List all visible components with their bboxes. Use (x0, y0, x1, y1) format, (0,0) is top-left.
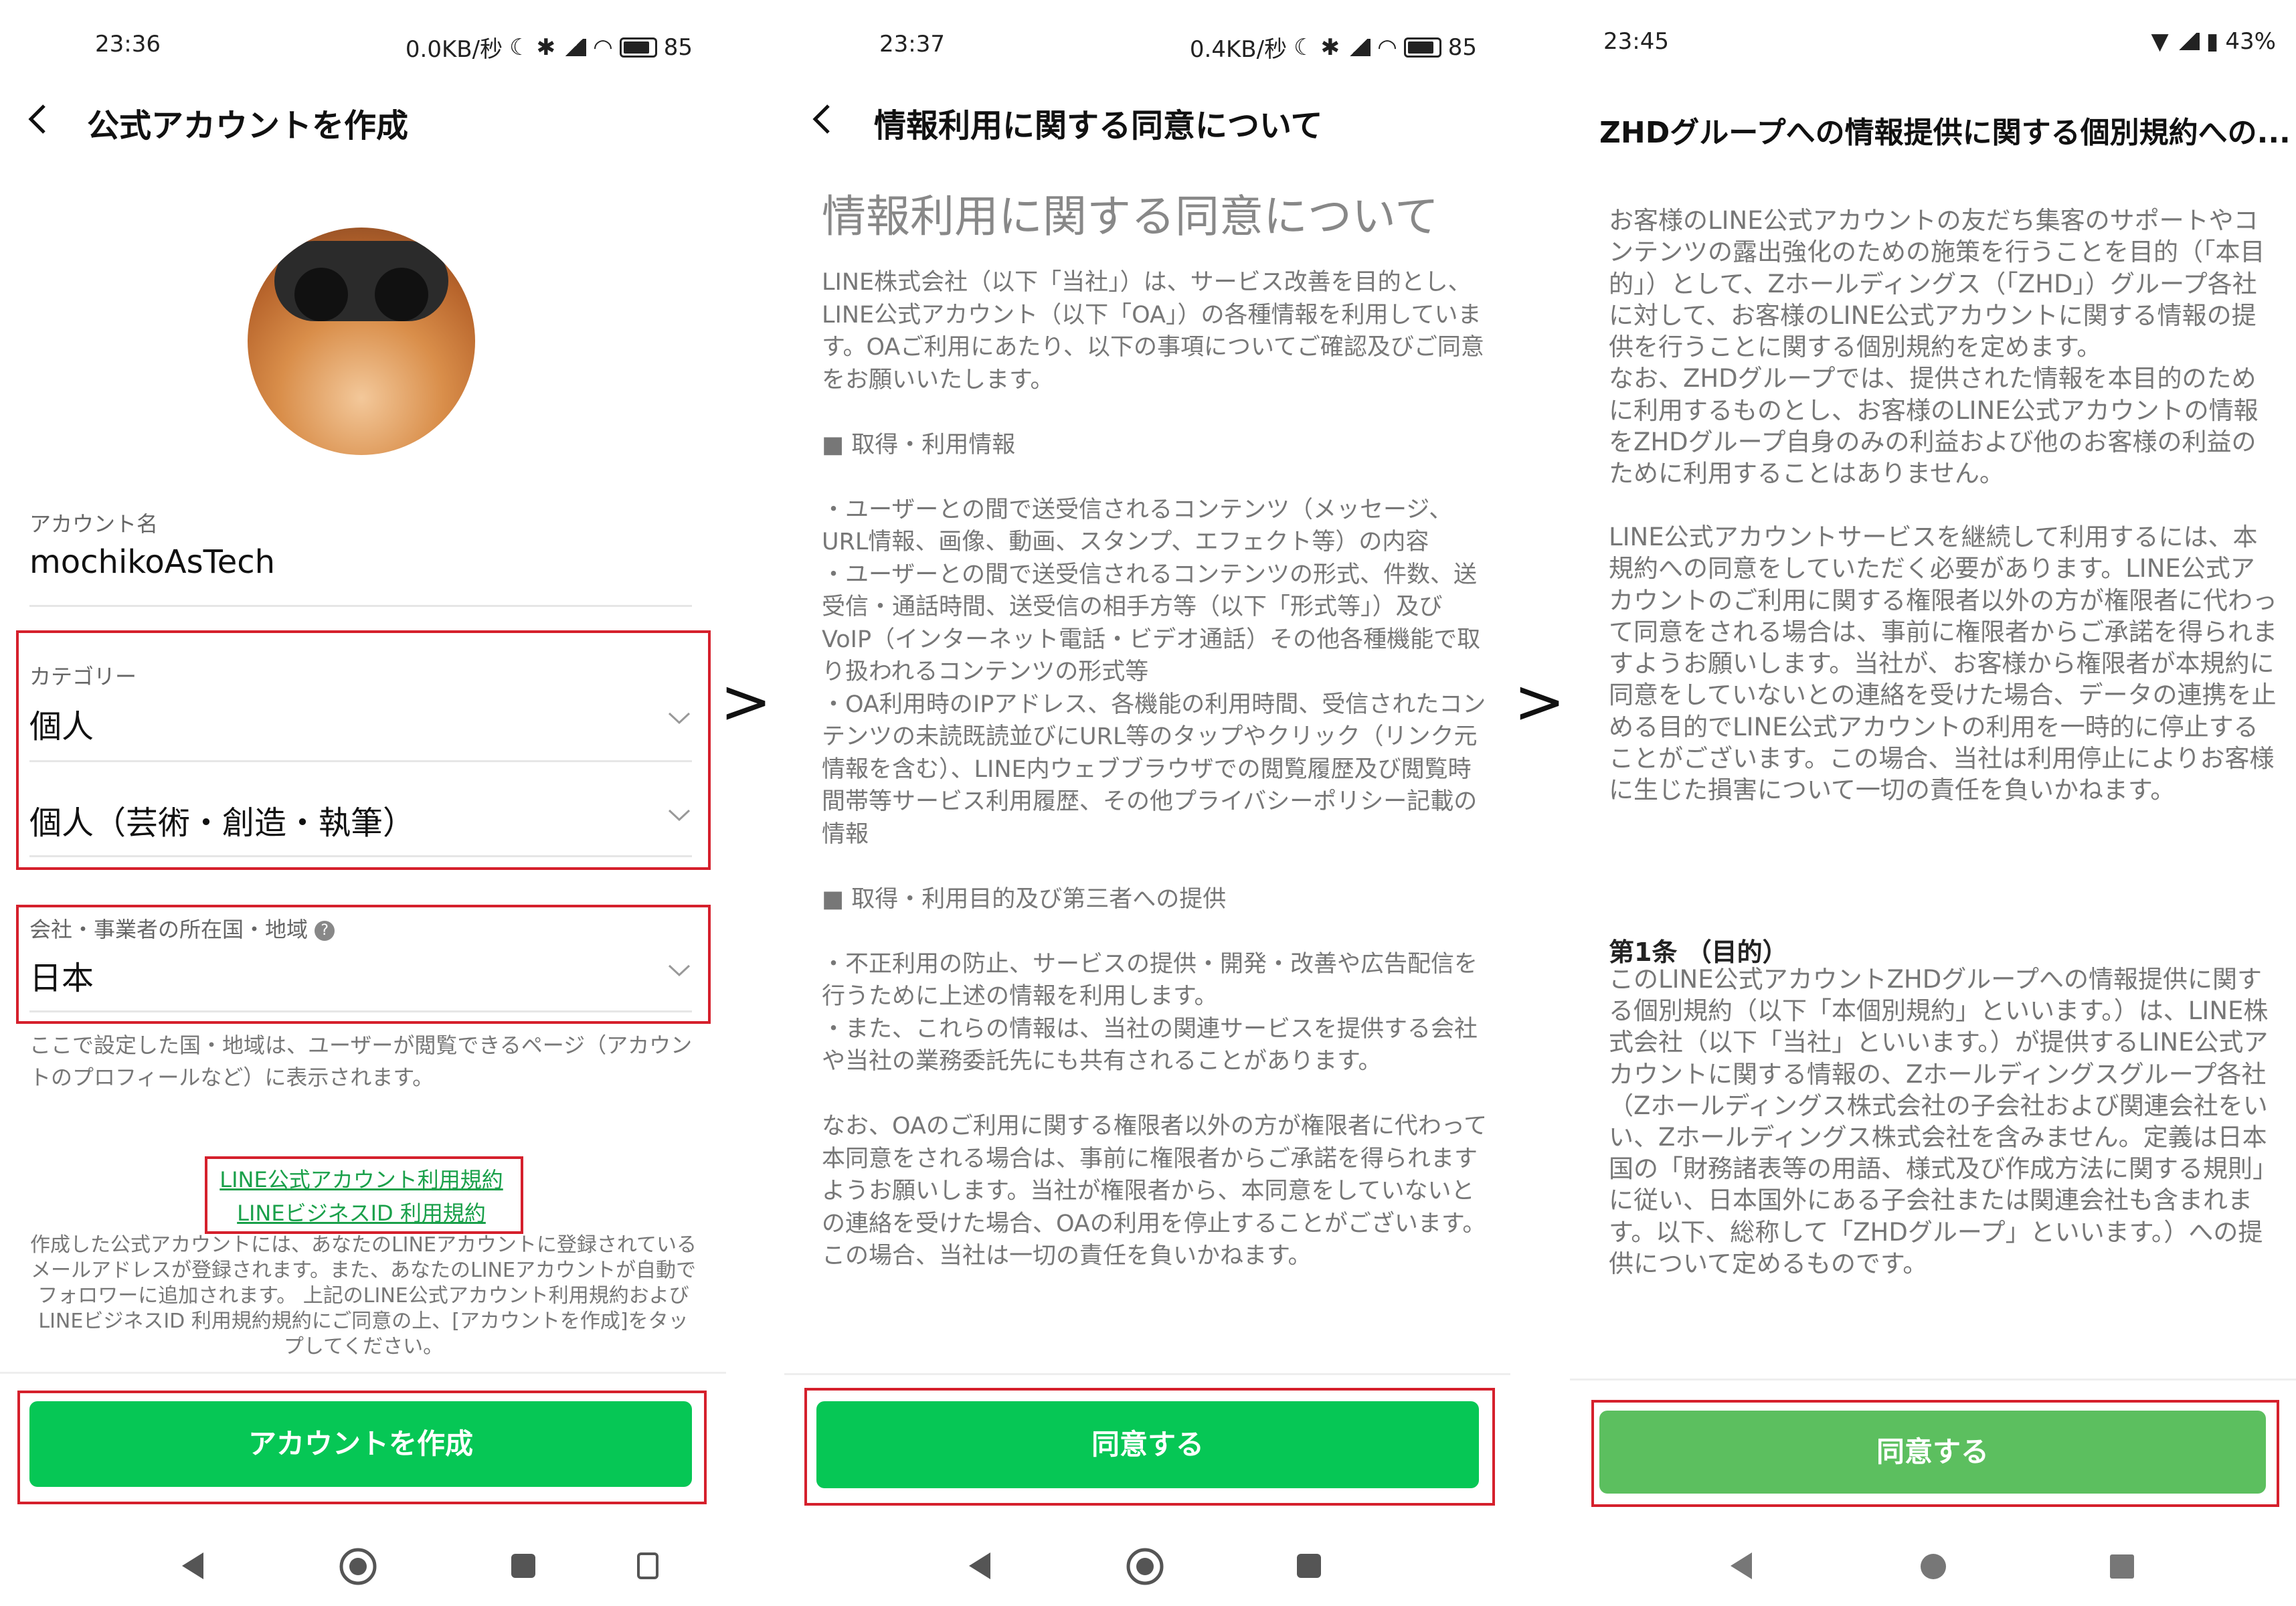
bluetooth-icon: ✱ (1320, 33, 1340, 61)
screen-consent: 23:37 0.4KB/秒 ☾ ✱ ◠ 85 情報利用に関する同意について 情報… (784, 0, 1510, 1606)
divider (1570, 1378, 2296, 1380)
status-bar: 23:36 0.0KB/秒 ☾ ✱ ◠ 85 (0, 27, 726, 64)
account-name-label: アカウント名 (29, 511, 159, 537)
battery-icon: ▮ (2206, 28, 2219, 55)
chevron-down-icon[interactable] (668, 711, 691, 725)
page-title: 公式アカウントを作成 (87, 107, 409, 145)
business-id-terms-link[interactable]: LINEビジネスID 利用規約 (205, 1196, 518, 1227)
consent-body: LINE株式会社（以下「当社」）は、サービス改善を目的とし、LINE公式アカウン… (822, 269, 1488, 1269)
page-title: 情報利用に関する同意について (874, 107, 1323, 145)
step-arrow: > (1514, 666, 1566, 737)
divider (29, 760, 692, 762)
nav-back-icon[interactable] (179, 1551, 206, 1581)
app-header: ZHDグループへの情報提供に関する個別規約への... (1570, 67, 2296, 167)
android-nav-bar (784, 1519, 1510, 1606)
agree-button[interactable]: 同意する (816, 1401, 1479, 1488)
country-label: 会社・事業者の所在国・地域 ? (29, 913, 335, 944)
article-title: 第1条 （目的） (1609, 938, 1788, 967)
divider (29, 1010, 692, 1012)
bluetooth-icon: ✱ (536, 33, 556, 61)
consent-notice: 作成した公式アカウントには、あなたのLINEアカウントに登録されているメールアド… (29, 1233, 697, 1358)
category-select[interactable]: 個人 (29, 700, 94, 747)
account-name-input[interactable]: mochikoAsTech (29, 543, 275, 581)
status-time: 23:37 (879, 31, 945, 58)
help-icon[interactable]: ? (315, 921, 335, 941)
app-header: 公式アカウントを作成 (0, 67, 726, 167)
avatar[interactable] (248, 228, 475, 455)
moon-icon: ☾ (509, 33, 530, 61)
nav-recents-icon[interactable] (510, 1552, 537, 1579)
moon-icon: ☾ (1294, 33, 1314, 61)
network-speed: 0.0KB/秒 (405, 36, 503, 63)
wifi-icon: ▼ (2151, 28, 2169, 55)
battery-icon (619, 37, 657, 58)
status-bar: 23:45 ▼ ▮ 43% (1570, 24, 2296, 62)
nav-home-icon[interactable] (1126, 1547, 1164, 1586)
page-title: ZHDグループへの情報提供に関する個別規約への... (1599, 116, 2291, 150)
screen-zhd-terms: 23:45 ▼ ▮ 43% ZHDグループへの情報提供に関する個別規約への...… (1570, 0, 2296, 1606)
divider (0, 1372, 726, 1374)
chevron-down-icon[interactable] (668, 964, 691, 977)
article-body: このLINE公式アカウントZHDグループへの情報提供に関する個別規約（以下「本個… (1609, 965, 2277, 1278)
create-account-button[interactable]: アカウントを作成 (29, 1401, 692, 1487)
signal-icon (562, 38, 587, 56)
battery-icon (1403, 37, 1441, 58)
rotate-icon[interactable] (636, 1550, 660, 1582)
network-speed: 0.4KB/秒 (1189, 36, 1288, 63)
android-nav-bar (0, 1519, 726, 1606)
battery-level: 85 (663, 33, 693, 61)
android-nav-bar (1570, 1519, 2296, 1606)
divider (784, 1373, 1510, 1375)
screen-create-account: 23:36 0.0KB/秒 ☾ ✱ ◠ 85 公式アカウントを作成 アカウント名… (0, 0, 726, 1606)
back-arrow-icon[interactable] (20, 100, 58, 138)
line-terms-link[interactable]: LINE公式アカウント利用規約 (205, 1163, 518, 1194)
terms-intro: お客様のLINE公式アカウントの友だち集客のサポートやコンテンツの露出強化のため… (1609, 206, 2277, 805)
signal-icon (1346, 38, 1371, 56)
chevron-down-icon[interactable] (668, 808, 691, 822)
step-arrow: > (720, 666, 772, 737)
status-bar: 23:37 0.4KB/秒 ☾ ✱ ◠ 85 (784, 27, 1510, 64)
consent-heading: 情報利用に関する同意について (822, 191, 1439, 242)
nav-back-icon[interactable] (966, 1551, 993, 1581)
wifi-icon: ◠ (1377, 33, 1397, 61)
nav-home-icon[interactable] (339, 1547, 377, 1586)
signal-icon (2175, 33, 2200, 50)
subcategory-select[interactable]: 個人（芸術・創造・執筆） (29, 796, 415, 843)
nav-recents-icon[interactable] (2109, 1554, 2135, 1579)
status-time: 23:45 (1603, 28, 1669, 55)
back-arrow-icon[interactable] (804, 100, 842, 138)
agree-button[interactable]: 同意する (1599, 1411, 2266, 1494)
divider (29, 605, 692, 607)
country-note: ここで設定した国・地域は、ユーザーが閲覧できるページ（アカウントのプロフィールな… (29, 1033, 693, 1090)
wifi-icon: ◠ (593, 33, 613, 61)
battery-level: 85 (1447, 33, 1477, 61)
nav-recents-icon[interactable] (1296, 1552, 1322, 1579)
nav-home-icon[interactable] (1919, 1552, 1947, 1581)
battery-level: 43% (2225, 28, 2276, 55)
country-select[interactable]: 日本 (29, 952, 94, 998)
app-header: 情報利用に関する同意について (784, 67, 1510, 167)
status-time: 23:36 (95, 31, 161, 58)
category-label: カテゴリー (29, 664, 137, 689)
divider (29, 855, 692, 857)
nav-back-icon[interactable] (1728, 1551, 1755, 1581)
